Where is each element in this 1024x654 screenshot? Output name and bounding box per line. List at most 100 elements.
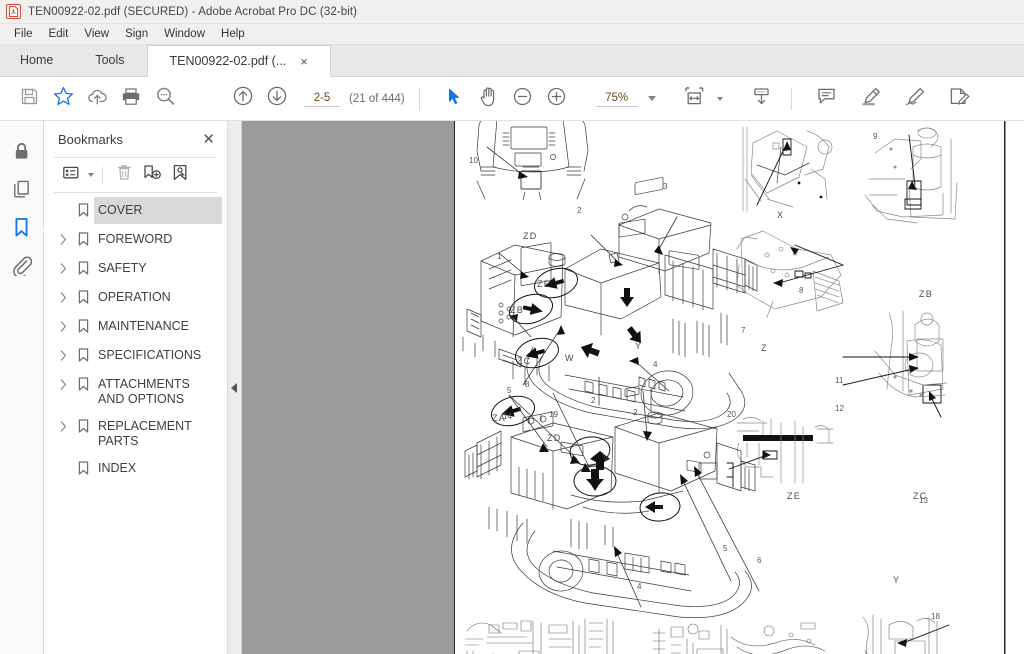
comment-button[interactable]: [810, 82, 844, 116]
page-fit-chevron-down-icon[interactable]: [716, 96, 723, 101]
svg-text:ZB: ZB: [919, 289, 933, 299]
bookmark-item-replacement-parts[interactable]: REPLACEMENT PARTS: [44, 413, 227, 455]
svg-text:1: 1: [497, 252, 502, 261]
bookmark-item-cover[interactable]: COVER: [44, 197, 227, 226]
arrow-cursor-icon: [446, 87, 463, 111]
print-button[interactable]: [114, 82, 148, 116]
pdf-page: ZD ZE ZB ZC ZA W Y V ZD X ZB Z ZE ZC Y 1…: [454, 121, 1005, 654]
next-page-button[interactable]: [260, 82, 294, 116]
chevron-right-icon[interactable]: [54, 284, 72, 303]
bookmark-item-safety[interactable]: SAFETY: [44, 255, 227, 284]
zoom-level-input[interactable]: 75%: [595, 90, 638, 107]
bookmark-item-label: SPECIFICATIONS: [98, 348, 202, 362]
add-to-favorites-button[interactable]: [46, 82, 80, 116]
bookmark-item-label: ATTACHMENTS AND OPTIONS: [98, 377, 190, 406]
svg-text:8: 8: [799, 286, 804, 295]
bookmark-options-chevron-down-icon[interactable]: [88, 173, 94, 177]
menu-window[interactable]: Window: [156, 26, 213, 42]
bookmark-item-operation[interactable]: OPERATION: [44, 284, 227, 313]
bookmark-icon: [72, 413, 94, 433]
delete-bookmark-button[interactable]: [111, 163, 137, 187]
bookmarks-icon: [13, 217, 30, 243]
chevron-right-icon[interactable]: [54, 313, 72, 332]
rail-item-security[interactable]: [5, 135, 39, 173]
rail-item-bookmarks[interactable]: [5, 211, 39, 249]
rail-item-attachments[interactable]: [5, 249, 39, 287]
toolbar-separator-1: [418, 87, 420, 110]
close-icon[interactable]: ×: [300, 55, 308, 68]
bookmark-item-specifications[interactable]: SPECIFICATIONS: [44, 342, 227, 371]
zoom-in-button[interactable]: [540, 82, 574, 116]
previous-page-button[interactable]: [226, 82, 260, 116]
page-number-input[interactable]: 2-5: [304, 90, 340, 107]
menu-sign[interactable]: Sign: [117, 26, 156, 42]
document-viewport[interactable]: ZD ZE ZB ZC ZA W Y V ZD X ZB Z ZE ZC Y 1…: [242, 121, 1024, 654]
svg-text:Z: Z: [761, 343, 768, 353]
bookmark-item-attachments-and-options[interactable]: ATTACHMENTS AND OPTIONS: [44, 371, 227, 413]
svg-text:3: 3: [663, 182, 668, 191]
scroll-mode-button[interactable]: [745, 82, 779, 116]
pdf-page-content: ZD ZE ZB ZC ZA W Y V ZD X ZB Z ZE ZC Y 1…: [455, 121, 1004, 654]
tab-document[interactable]: TEN00922-02.pdf (... ×: [146, 45, 331, 77]
hand-tool-button[interactable]: [472, 82, 506, 116]
circle-arrow-down-icon: [266, 85, 288, 112]
bookmark-item-label: SAFETY: [98, 261, 147, 275]
bookmark-options-button[interactable]: [58, 163, 84, 187]
menu-file[interactable]: File: [6, 26, 41, 42]
save-file-button[interactable]: [12, 82, 46, 116]
toolbar-separator-2: [790, 87, 792, 110]
chevron-right-icon[interactable]: [54, 255, 72, 274]
page-fit-button[interactable]: [678, 82, 712, 116]
upload-to-cloud-button[interactable]: [80, 82, 114, 116]
rail-item-page-thumbnails[interactable]: [5, 173, 39, 211]
zoom-out-button[interactable]: [506, 82, 540, 116]
bookmark-icon: [72, 197, 94, 217]
bookmark-icon: [72, 313, 94, 333]
circle-arrow-up-icon: [232, 85, 254, 112]
set-destination-button[interactable]: [167, 163, 193, 187]
fill-and-sign-button[interactable]: [942, 82, 976, 116]
find-button[interactable]: [148, 82, 182, 116]
menu-help[interactable]: Help: [213, 26, 253, 42]
svg-text:20: 20: [727, 410, 736, 419]
svg-text:W: W: [565, 353, 575, 363]
zoom-in-circle-icon: [546, 86, 567, 112]
svg-text:2: 2: [591, 396, 596, 405]
workspace: Bookmarks ✕ COVER FOREWORD SAFETY OPERAT…: [0, 121, 1024, 654]
chevron-right-icon[interactable]: [54, 226, 72, 245]
bookmark-icon: [72, 255, 94, 275]
svg-text:7: 7: [741, 326, 746, 335]
select-tool-button[interactable]: [438, 82, 472, 116]
tab-strip: Home Tools TEN00922-02.pdf (... ×: [0, 44, 1024, 77]
fill-and-sign-icon: [948, 86, 970, 112]
tab-home[interactable]: Home: [0, 44, 74, 76]
collapse-left-arrow-icon[interactable]: [231, 383, 237, 393]
chevron-right-icon[interactable]: [54, 342, 72, 361]
highlight-button[interactable]: [854, 82, 888, 116]
bookmark-icon: [72, 455, 94, 475]
panel-splitter[interactable]: [228, 121, 242, 654]
new-bookmark-button[interactable]: [139, 163, 165, 187]
technical-drawings-svg: ZD ZE ZB ZC ZA W Y V ZD X ZB Z ZE ZC Y 1…: [462, 121, 958, 654]
bookmark-item-foreword[interactable]: FOREWORD: [44, 226, 227, 255]
bookmark-item-label: MAINTENANCE: [98, 319, 189, 333]
svg-text:6: 6: [757, 556, 762, 565]
menu-view[interactable]: View: [76, 26, 117, 42]
bookmarks-list[interactable]: COVER FOREWORD SAFETY OPERATION MAINTENA…: [44, 193, 227, 654]
bookmark-item-label: OPERATION: [98, 290, 171, 304]
printer-icon: [121, 87, 141, 111]
svg-text:4: 4: [653, 360, 658, 369]
chevron-right-icon[interactable]: [54, 371, 72, 390]
tab-tools[interactable]: Tools: [73, 44, 147, 76]
chevron-right-icon[interactable]: [54, 413, 72, 432]
security-lock-icon: [12, 141, 31, 167]
zoom-dropdown-chevron-down-icon[interactable]: [647, 96, 656, 101]
cloud-upload-icon: [87, 87, 108, 111]
close-icon[interactable]: ✕: [200, 132, 217, 147]
menu-edit[interactable]: Edit: [41, 26, 77, 42]
sign-button[interactable]: [898, 82, 932, 116]
bookmark-item-maintenance[interactable]: MAINTENANCE: [44, 313, 227, 342]
page-right-margin: [1006, 121, 1024, 654]
bookmark-item-index[interactable]: INDEX: [44, 455, 227, 484]
bookmark-icon: [72, 284, 94, 304]
